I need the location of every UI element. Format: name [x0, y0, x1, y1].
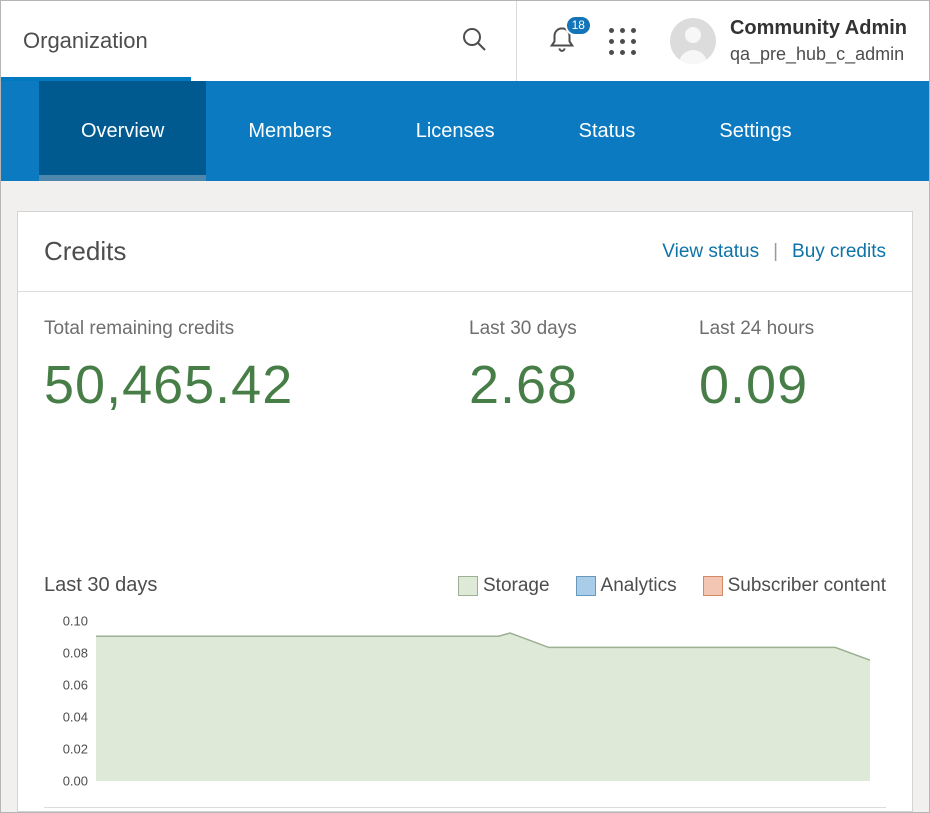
credits-title: Credits [44, 236, 127, 266]
credits-links: View status | Buy credits [662, 241, 886, 263]
grid-dot-icon [608, 49, 614, 55]
stat-last-24-hours: Last 24 hours 0.09 [699, 318, 814, 416]
grid-dot-icon [608, 38, 614, 44]
y-tick: 0.04 [62, 709, 88, 725]
buy-credits-link[interactable]: Buy credits [792, 241, 886, 263]
stat-value: 2.68 [469, 355, 579, 415]
page-title: Organization [23, 28, 148, 53]
stat-total-remaining: Total remaining credits 50,465.42 [44, 318, 469, 416]
org-nav: Overview Members Licenses Status Setting… [1, 81, 929, 181]
stat-label: Last 24 hours [699, 318, 815, 339]
credits-area-chart-svg [96, 621, 870, 781]
legend-label: Storage [483, 574, 550, 596]
user-info: Community Admin qa_pre_hub_c_admin [730, 17, 907, 65]
chart-title: Last 30 days [44, 574, 158, 596]
analytics-swatch-icon [575, 575, 596, 596]
y-tick: 0.02 [62, 741, 88, 757]
y-tick: 0.08 [62, 645, 88, 661]
main-content: Credits View status | Buy credits Total … [1, 181, 929, 812]
avatar-torso-icon [678, 50, 707, 64]
stat-value: 0.09 [699, 355, 809, 415]
tab-members[interactable]: Members [206, 81, 373, 181]
view-status-link[interactable]: View status [662, 241, 759, 263]
link-separator: | [773, 240, 779, 262]
chart-legend: Storage Analytics Subscriber content [432, 575, 886, 597]
legend-item-subscriber: Subscriber content [702, 574, 886, 597]
stat-label: Total remaining credits [44, 318, 235, 339]
grid-dot-icon [608, 27, 614, 33]
chart-bottom-divider [44, 807, 886, 808]
avatar [669, 18, 716, 64]
chart-header: Last 30 days Storage Analytics Subscribe… [44, 574, 886, 597]
user-username: qa_pre_hub_c_admin [729, 44, 905, 64]
tab-status[interactable]: Status [537, 81, 678, 181]
stat-label: Last 30 days [469, 318, 577, 339]
legend-label: Analytics [600, 574, 677, 596]
y-tick: 0.10 [62, 613, 88, 629]
grid-dot-icon [619, 49, 625, 55]
grid-dot-icon [630, 49, 636, 55]
grid-dot-icon [619, 27, 625, 33]
chart-y-axis: 0.10 0.08 0.06 0.04 0.02 0.00 [44, 614, 96, 789]
header-divider [515, 1, 517, 81]
page: Organization 18 Community Admin qa_pre_h… [0, 0, 930, 813]
credits-card-header: Credits View status | Buy credits [18, 212, 912, 291]
subscriber-swatch-icon [702, 575, 723, 596]
grid-dot-icon [619, 38, 625, 44]
stat-value: 50,465.42 [44, 355, 294, 415]
grid-dot-icon [630, 38, 636, 44]
notifications-button[interactable]: 18 [547, 14, 592, 59]
usage-chart-section: Last 30 days Storage Analytics Subscribe… [18, 574, 912, 808]
credit-stats-row: Total remaining credits 50,465.42 Last 3… [18, 292, 912, 416]
chart-plot-area [96, 621, 870, 781]
credits-card: Credits View status | Buy credits Total … [17, 211, 913, 812]
grid-dot-icon [630, 27, 636, 33]
notification-badge: 18 [564, 14, 592, 36]
legend-item-storage: Storage [458, 575, 550, 597]
credits-area-chart: 0.10 0.08 0.06 0.04 0.02 0.00 [44, 614, 886, 789]
app-launcher-button[interactable] [608, 27, 636, 55]
y-tick: 0.00 [62, 773, 88, 789]
user-menu[interactable]: Community Admin qa_pre_hub_c_admin [669, 17, 907, 65]
search-icon [460, 25, 488, 58]
legend-label: Subscriber content [727, 574, 886, 596]
tab-licenses[interactable]: Licenses [374, 81, 537, 181]
top-header: Organization 18 Community Admin qa_pre_h… [1, 1, 929, 81]
stat-last-30-days: Last 30 days 2.68 [469, 318, 699, 416]
legend-item-analytics: Analytics [575, 574, 677, 597]
search-button[interactable] [460, 25, 488, 58]
user-display-name: Community Admin [729, 17, 907, 39]
avatar-head-icon [684, 27, 701, 43]
y-tick: 0.06 [62, 677, 88, 693]
storage-swatch-icon [458, 575, 478, 596]
tab-settings[interactable]: Settings [677, 81, 833, 181]
tab-overview[interactable]: Overview [39, 81, 207, 181]
